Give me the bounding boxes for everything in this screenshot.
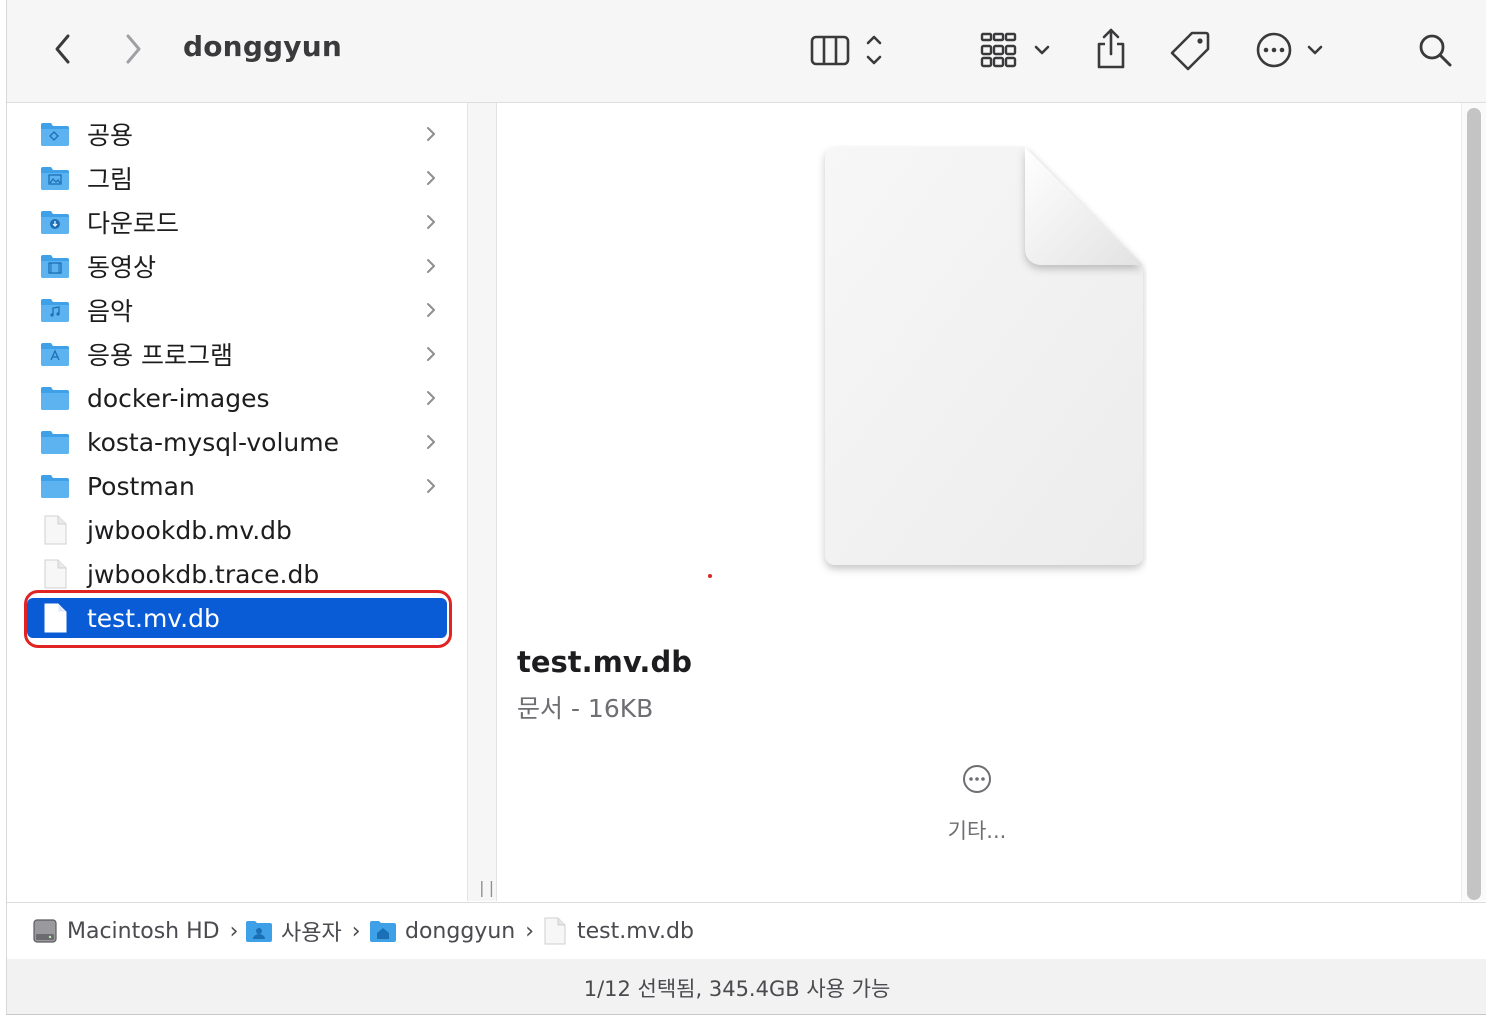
share-icon (1097, 28, 1125, 69)
list-item[interactable]: Postman (27, 466, 447, 506)
folder-applications-icon (39, 339, 71, 369)
ellipsis-circle-icon (1256, 32, 1323, 68)
folder-music-icon (39, 295, 71, 325)
crumb-label: test.mv.db (577, 918, 694, 944)
list-item[interactable]: jwbookdb.trace.db (27, 554, 447, 594)
crumb-label: 사용자 (281, 921, 342, 946)
view-mode-button[interactable] (807, 28, 891, 72)
crumb-label: donggyun (405, 918, 516, 944)
chevron-right-icon: › (525, 918, 535, 944)
crumb-home[interactable]: donggyun › (369, 916, 534, 946)
list-item-label: 음악 (87, 297, 134, 326)
toolbar: donggyun (7, 0, 1486, 103)
hard-drive-icon (33, 919, 57, 943)
preview-pane: test.mv.db 문서 - 16KB 기타... (497, 103, 1461, 901)
selection-highlight-ring (24, 590, 452, 648)
preview-kind-size: 문서 - 16KB (517, 694, 654, 723)
crumb-label: Macintosh HD (67, 918, 220, 944)
actions-button[interactable] (1253, 28, 1333, 72)
folder-icon (39, 427, 71, 457)
list-item[interactable]: kosta-mysql-volume (27, 422, 447, 462)
chevron-right-icon (425, 431, 437, 457)
chevron-right-icon (425, 475, 437, 501)
column-splitter[interactable] (468, 103, 497, 901)
list-item[interactable]: 응용 프로그램 (27, 334, 447, 374)
chevron-right-icon (425, 167, 437, 193)
chevron-right-icon (425, 387, 437, 413)
chevron-right-icon: › (229, 918, 239, 944)
crumb-file[interactable]: test.mv.db (543, 916, 694, 946)
search-button[interactable] (1415, 30, 1455, 70)
crumb-users[interactable]: 사용자 › (245, 916, 361, 946)
folder-icon (39, 471, 71, 501)
more-label[interactable]: 기타... (937, 815, 1017, 845)
document-icon (544, 917, 566, 945)
share-button[interactable] (1091, 26, 1131, 72)
more-button[interactable] (961, 763, 993, 795)
list-item[interactable]: jwbookdb.mv.db (27, 510, 447, 550)
folder-downloads-icon (39, 207, 71, 237)
chevron-left-icon (55, 34, 70, 64)
document-icon (39, 559, 71, 589)
list-item[interactable]: 그림 (27, 158, 447, 198)
list-item[interactable]: 음악 (27, 290, 447, 330)
chevron-right-icon (425, 211, 437, 237)
grid-group-icon (980, 32, 1050, 68)
search-icon (1419, 34, 1452, 67)
folder-users-icon (246, 921, 272, 942)
list-item-label: 동영상 (87, 253, 157, 282)
chevron-right-icon (425, 123, 437, 149)
list-item[interactable]: docker-images (27, 378, 447, 418)
list-item-label: 그림 (87, 165, 134, 194)
forward-button[interactable] (117, 30, 149, 68)
document-icon (39, 515, 71, 545)
chevron-right-icon (126, 34, 141, 64)
document-preview-icon (817, 145, 1147, 589)
ellipsis-circle-icon (963, 765, 991, 793)
status-text: 1/12 선택됨, 345.4GB 사용 가능 (583, 977, 891, 1001)
list-item-label: 공용 (87, 121, 134, 150)
chevron-right-icon (425, 255, 437, 281)
folder-pictures-icon (39, 163, 71, 193)
list-item[interactable]: 동영상 (27, 246, 447, 286)
window-title: donggyun (183, 30, 343, 63)
tag-button[interactable] (1169, 28, 1213, 72)
list-item-label: docker-images (87, 383, 270, 413)
tag-icon (1170, 31, 1210, 71)
group-button[interactable] (977, 28, 1057, 72)
list-item-label: 응용 프로그램 (87, 341, 233, 370)
chevron-right-icon: › (351, 918, 361, 944)
status-bar: 1/12 선택됨, 345.4GB 사용 가능 (7, 959, 1486, 1014)
scrollbar-thumb[interactable] (1467, 108, 1481, 900)
back-button[interactable] (47, 30, 79, 68)
folder-public-icon (39, 119, 71, 149)
folder-icon (39, 383, 71, 413)
chevron-right-icon (425, 299, 437, 325)
list-item-label: jwbookdb.mv.db (87, 515, 292, 545)
finder-window: donggyun || 공용 그림 다운로드 동영상 음악 응용 프로그램 do… (6, 0, 1486, 1015)
crumb-macintosh-hd[interactable]: Macintosh HD › (31, 916, 238, 946)
stray-mark (708, 574, 712, 578)
list-item-label: kosta-mysql-volume (87, 427, 340, 457)
list-item-label: jwbookdb.trace.db (87, 559, 320, 589)
folder-home-icon (370, 921, 396, 942)
list-item[interactable]: 공용 (27, 114, 447, 154)
column-resize-handle[interactable]: || (477, 878, 496, 897)
columns-view-icon (810, 35, 882, 66)
list-item-label: 다운로드 (87, 209, 180, 238)
list-item-label: Postman (87, 471, 195, 501)
preview-file-name: test.mv.db (517, 645, 692, 679)
folder-movies-icon (39, 251, 71, 281)
list-item[interactable]: 다운로드 (27, 202, 447, 242)
path-bar: Macintosh HD › 사용자 › donggyun › test.mv.… (7, 902, 1486, 960)
chevron-right-icon (425, 343, 437, 369)
